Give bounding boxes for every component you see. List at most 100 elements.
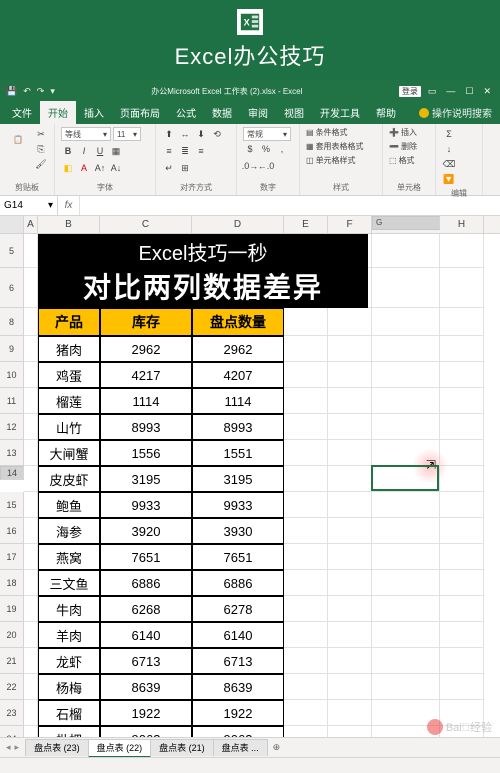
cell[interactable] [24, 622, 38, 648]
cell[interactable]: 榴莲 [38, 388, 100, 414]
cell[interactable] [372, 570, 440, 596]
cell[interactable] [372, 518, 440, 544]
cell[interactable]: 燕窝 [38, 544, 100, 570]
cell[interactable] [24, 674, 38, 700]
cell[interactable] [328, 440, 372, 466]
cell[interactable]: 海参 [38, 518, 100, 544]
row-header-11[interactable]: 11 [0, 388, 24, 414]
cell[interactable] [284, 596, 328, 622]
cell[interactable] [328, 544, 372, 570]
close-icon[interactable]: ✕ [480, 86, 494, 97]
cell[interactable] [24, 518, 38, 544]
sheet-prev-icon[interactable]: ▸ [15, 742, 20, 753]
cell[interactable] [328, 674, 372, 700]
cell[interactable] [440, 544, 484, 570]
cell[interactable]: 盘点数量 [192, 308, 284, 336]
cell[interactable]: 6713 [100, 648, 192, 674]
col-E[interactable]: E [284, 216, 328, 233]
row-header-6[interactable]: 6 [0, 268, 24, 308]
underline-icon[interactable]: U [93, 144, 107, 158]
cell[interactable] [328, 596, 372, 622]
row-header-21[interactable]: 21 [0, 648, 24, 674]
row-header-16[interactable]: 16 [0, 518, 24, 544]
cell[interactable]: 7651 [100, 544, 192, 570]
increase-font-icon[interactable]: A↑ [93, 161, 107, 175]
cell[interactable] [440, 388, 484, 414]
cell[interactable] [24, 362, 38, 388]
cell[interactable]: 大闸蟹 [38, 440, 100, 466]
cut-icon[interactable]: ✂ [34, 127, 48, 141]
cell[interactable] [372, 544, 440, 570]
cell[interactable] [372, 648, 440, 674]
redo-icon[interactable]: ↷ [37, 86, 45, 97]
cell[interactable] [372, 466, 440, 492]
cell[interactable]: 2962 [100, 336, 192, 362]
add-sheet-button[interactable]: ⊕ [267, 739, 287, 756]
ribbon-options-icon[interactable]: ▭ [425, 86, 440, 97]
align-center-icon[interactable]: ≣ [178, 144, 192, 158]
conditional-format-button[interactable]: ▤条件格式 [306, 127, 348, 138]
cell[interactable] [372, 388, 440, 414]
tell-me[interactable]: 操作说明搜索 [411, 101, 500, 124]
bold-icon[interactable]: B [61, 144, 75, 158]
cell[interactable] [24, 268, 38, 308]
cell[interactable]: 鸡蛋 [38, 362, 100, 388]
align-left-icon[interactable]: ≡ [162, 144, 176, 158]
cell[interactable] [372, 234, 440, 268]
cell[interactable] [284, 648, 328, 674]
cell[interactable] [284, 700, 328, 726]
cell[interactable] [372, 674, 440, 700]
format-painter-icon[interactable]: 🖌 [34, 157, 48, 171]
cell[interactable] [284, 544, 328, 570]
cell[interactable]: 6268 [100, 596, 192, 622]
cell[interactable] [284, 674, 328, 700]
align-bottom-icon[interactable]: ⬇ [194, 127, 208, 141]
tab-developer[interactable]: 开发工具 [312, 101, 368, 124]
select-all-corner[interactable] [0, 216, 24, 233]
cell[interactable]: 库存 [100, 308, 192, 336]
cell[interactable]: 三文鱼 [38, 570, 100, 596]
formula-input[interactable] [80, 196, 500, 215]
paste-button[interactable]: 📋 [6, 127, 30, 151]
cell[interactable]: 6886 [100, 570, 192, 596]
tab-review[interactable]: 审阅 [240, 101, 276, 124]
italic-icon[interactable]: I [77, 144, 91, 158]
font-name-select[interactable]: 等线▾ [61, 127, 111, 141]
row-header-13[interactable]: 13 [0, 440, 24, 466]
cell[interactable] [372, 596, 440, 622]
align-right-icon[interactable]: ≡ [194, 144, 208, 158]
wrap-text-icon[interactable]: ↵ [162, 161, 176, 175]
cell[interactable] [284, 336, 328, 362]
cell[interactable]: 2962 [192, 336, 284, 362]
cell[interactable]: 3920 [100, 518, 192, 544]
cell[interactable] [24, 388, 38, 414]
sheet-tab[interactable]: 盘点表 (21) [150, 739, 214, 756]
cell[interactable] [328, 570, 372, 596]
col-A[interactable]: A [24, 216, 38, 233]
cell[interactable] [372, 414, 440, 440]
cell[interactable]: 7651 [192, 544, 284, 570]
col-B[interactable]: B [38, 216, 100, 233]
row-header-12[interactable]: 12 [0, 414, 24, 440]
cell-styles-button[interactable]: ◫单元格样式 [306, 155, 356, 166]
cell[interactable]: 杨梅 [38, 674, 100, 700]
cell[interactable] [284, 492, 328, 518]
cell[interactable] [24, 700, 38, 726]
cell[interactable] [440, 570, 484, 596]
cell[interactable] [284, 622, 328, 648]
comma-icon[interactable]: , [275, 142, 289, 156]
fill-icon[interactable]: ↓ [442, 142, 456, 156]
col-H[interactable]: H [440, 216, 484, 233]
copy-icon[interactable]: ⎘ [34, 142, 48, 156]
cell[interactable] [24, 544, 38, 570]
cell[interactable] [372, 268, 440, 308]
cell[interactable]: 石榴 [38, 700, 100, 726]
row-header-8[interactable]: 8 [0, 308, 24, 336]
cell[interactable] [284, 466, 328, 492]
sheet-tab[interactable]: 盘点表 (22) [88, 739, 152, 758]
row-header-15[interactable]: 15 [0, 492, 24, 518]
row-header-18[interactable]: 18 [0, 570, 24, 596]
cell[interactable] [24, 570, 38, 596]
cell[interactable] [328, 700, 372, 726]
cell[interactable] [328, 466, 372, 492]
